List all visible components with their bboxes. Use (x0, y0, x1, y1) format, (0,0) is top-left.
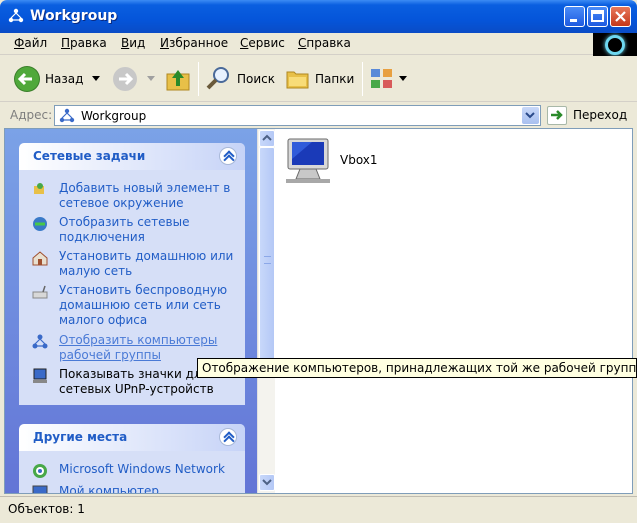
chevron-down-icon (525, 112, 535, 119)
task-label: Установить домашнюю или малую сеть (59, 249, 234, 278)
address-value: Workgroup (81, 109, 147, 123)
other-places-header[interactable]: Другие места (19, 424, 245, 451)
place-label: Мой компьютер (59, 484, 159, 494)
other-places-panel: Другие места Microsoft Windows Network М… (19, 424, 245, 494)
maximize-button[interactable] (587, 6, 608, 27)
menu-file[interactable]: Файл (14, 36, 47, 50)
task-pane: Сетевые задачи Добавить новый элемент вс… (5, 129, 257, 493)
task-setup-home-network[interactable]: Установить домашнюю или малую сеть (31, 249, 239, 281)
status-text: Объектов: 1 (8, 502, 85, 516)
other-places-title: Другие места (33, 430, 128, 444)
address-label: Адрес: (10, 108, 53, 122)
search-button[interactable]: Поиск (205, 64, 277, 94)
task-label: Добавить новый элемент в сетевое окружени… (59, 181, 231, 210)
task-add-network-place[interactable]: Добавить новый элемент в сетевое окружени… (31, 181, 239, 213)
go-label[interactable]: Переход (573, 108, 627, 122)
computer-icon (286, 138, 330, 183)
task-show-connections[interactable]: Отобразить сетевые подключения (31, 215, 239, 247)
task-label: Отобразить сетевые подключения (59, 215, 190, 244)
go-arrow-icon (551, 110, 563, 120)
my-computer-icon (32, 485, 48, 493)
upnp-device-icon (33, 368, 47, 383)
menu-view[interactable]: Вид (121, 36, 145, 50)
toolbar-separator (362, 62, 363, 96)
back-arrow-icon (14, 66, 40, 92)
place-microsoft-windows-network[interactable]: Microsoft Windows Network (31, 462, 239, 480)
task-label: Установить беспроводную домашнюю сеть или… (59, 283, 228, 327)
add-network-place-icon (34, 183, 44, 194)
network-tasks-header[interactable]: Сетевые задачи (19, 143, 245, 170)
collapse-icon[interactable] (219, 428, 237, 446)
network-tasks-title: Сетевые задачи (33, 149, 146, 163)
menu-bar: Файл Правка Вид Избранное Сервис Справка (0, 33, 637, 55)
wireless-network-icon (32, 285, 48, 299)
address-dropdown-button[interactable] (522, 107, 539, 124)
scroll-down-button[interactable] (259, 474, 275, 491)
go-button[interactable] (547, 106, 567, 125)
title-bar[interactable]: Workgroup (0, 0, 637, 33)
back-dropdown-icon[interactable] (92, 76, 100, 82)
network-icon (8, 8, 24, 23)
task-pane-scrollbar[interactable] (257, 129, 275, 493)
tooltip: Отображение компьютеров, принадлежащих т… (197, 358, 637, 378)
toolbar: Назад Поиск Папки (0, 56, 637, 102)
address-bar: Адрес: Workgroup Переход (0, 103, 637, 128)
network-connections-icon (33, 217, 47, 231)
forward-arrow-icon (113, 67, 137, 91)
up-folder-icon[interactable] (164, 66, 192, 94)
search-icon (206, 67, 229, 90)
collapse-icon[interactable] (219, 147, 237, 165)
maximize-icon (591, 10, 604, 22)
views-button[interactable] (369, 66, 409, 92)
status-bar: Объектов: 1 (0, 496, 637, 523)
home-network-icon (32, 251, 48, 266)
menu-edit[interactable]: Правка (61, 36, 107, 50)
address-input[interactable]: Workgroup (54, 105, 541, 126)
toolbar-separator (198, 62, 199, 96)
scroll-thumb[interactable] (259, 147, 275, 375)
task-setup-wireless-network[interactable]: Установить беспроводную домашнюю сеть или… (31, 283, 239, 331)
chevron-down-icon (262, 479, 272, 486)
workgroup-icon (59, 108, 75, 123)
computer-label: Vbox1 (340, 153, 378, 167)
menu-help[interactable]: Справка (298, 36, 351, 50)
views-dropdown-icon (399, 76, 407, 81)
grip-icon (264, 256, 271, 264)
minimize-button[interactable] (564, 6, 585, 27)
folders-label: Папки (315, 72, 355, 86)
logo-ring-icon (605, 35, 625, 55)
workgroup-icon (32, 334, 48, 349)
close-button[interactable] (610, 6, 631, 27)
back-label: Назад (45, 72, 84, 86)
folders-button[interactable]: Папки (284, 64, 356, 94)
window-title: Workgroup (30, 8, 118, 24)
explorer-main: Сетевые задачи Добавить новый элемент вс… (4, 128, 633, 494)
close-icon (615, 11, 626, 22)
search-label: Поиск (237, 72, 276, 86)
windows-logo (593, 33, 637, 57)
menu-favorites[interactable]: Избранное (160, 36, 228, 50)
views-icon (371, 69, 392, 88)
content-pane[interactable]: Vbox1 (276, 129, 632, 493)
place-label: Microsoft Windows Network (59, 462, 225, 476)
computer-item-vbox1[interactable]: Vbox1 (282, 137, 392, 187)
minimize-icon (570, 19, 577, 22)
forward-button[interactable] (110, 64, 156, 94)
chevron-up-icon (262, 134, 272, 141)
menu-tools[interactable]: Сервис (240, 36, 285, 50)
scroll-up-button[interactable] (259, 130, 275, 147)
place-my-computer[interactable]: Мой компьютер (31, 484, 239, 494)
task-label: Отобразить компьютеры рабочей группы (59, 333, 218, 362)
task-label: Показывать значки для сетевых UPnP-устрой… (59, 367, 214, 396)
back-button[interactable]: Назад (12, 64, 102, 94)
folders-icon (286, 71, 309, 89)
forward-dropdown-icon (147, 76, 155, 81)
windows-network-icon (33, 464, 47, 478)
